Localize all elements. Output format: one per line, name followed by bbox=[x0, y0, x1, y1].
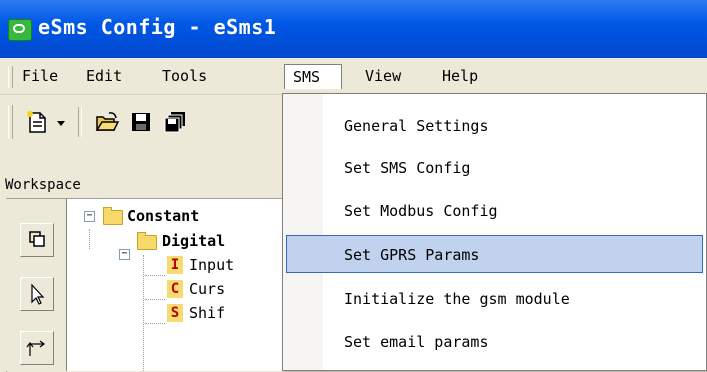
menu-view[interactable]: View bbox=[365, 64, 401, 89]
tree-collapse-icon[interactable]: − bbox=[84, 211, 95, 222]
new-file-icon[interactable] bbox=[24, 109, 50, 135]
menu-bar: File Edit Tools SMS View Help bbox=[0, 58, 707, 95]
sms-dropdown-menu: General Settings Set SMS Config Set Modb… bbox=[282, 93, 707, 371]
open-folder-icon[interactable] bbox=[94, 109, 120, 135]
tree-leaf-curs[interactable]: Curs bbox=[189, 278, 225, 300]
tree-guide bbox=[145, 323, 165, 324]
toolbar-separator bbox=[78, 107, 82, 137]
pointer-arrow-icon[interactable] bbox=[20, 277, 54, 311]
tree-badge-s: S bbox=[167, 304, 183, 322]
workspace-side-strip bbox=[6, 199, 58, 371]
window-title: eSms Config - eSms1 bbox=[38, 15, 277, 39]
menu-item-set-modbus-config[interactable]: Set Modbus Config bbox=[286, 192, 703, 230]
menu-tools[interactable]: Tools bbox=[162, 64, 207, 89]
toolbar-grip[interactable] bbox=[8, 105, 13, 139]
folder-icon bbox=[137, 232, 157, 250]
menu-sms[interactable]: SMS bbox=[284, 64, 342, 89]
menu-file[interactable]: File bbox=[22, 64, 58, 89]
tree-badge-i: I bbox=[167, 256, 183, 274]
workspace-tree: − Constant − Digital I Input C Curs S Sh… bbox=[66, 199, 291, 371]
tree-leaf-input[interactable]: Input bbox=[189, 254, 234, 276]
tree-guide bbox=[143, 255, 144, 371]
tree-guide bbox=[145, 299, 165, 300]
tree-node-constant[interactable]: Constant bbox=[127, 205, 199, 227]
connect-arrow-icon[interactable] bbox=[20, 331, 54, 365]
folder-icon bbox=[103, 207, 123, 225]
tree-node-digital[interactable]: Digital bbox=[162, 230, 225, 252]
menu-help[interactable]: Help bbox=[442, 64, 478, 89]
menu-item-set-sms-config[interactable]: Set SMS Config bbox=[286, 149, 703, 187]
tree-leaf-shif[interactable]: Shif bbox=[189, 302, 225, 324]
app-icon[interactable] bbox=[8, 19, 32, 41]
menu-item-general-settings[interactable]: General Settings bbox=[286, 107, 703, 145]
menu-item-initialize-gsm-module[interactable]: Initialize the gsm module bbox=[286, 280, 703, 318]
tree-guide bbox=[89, 229, 90, 249]
workspace-label: Workspace bbox=[5, 177, 81, 193]
tree-badge-c: C bbox=[167, 280, 183, 298]
tree-collapse-icon[interactable]: − bbox=[119, 249, 130, 260]
menubar-grip[interactable] bbox=[8, 66, 13, 88]
dropdown-arrow-icon[interactable] bbox=[54, 109, 68, 135]
title-bar: eSms Config - eSms1 bbox=[0, 0, 707, 58]
menu-item-set-email-params[interactable]: Set email params bbox=[286, 323, 703, 361]
save-all-icon[interactable] bbox=[162, 109, 188, 135]
toolbar bbox=[0, 95, 290, 151]
tree-guide bbox=[145, 275, 165, 276]
window-icon[interactable] bbox=[20, 223, 54, 257]
save-icon[interactable] bbox=[128, 109, 154, 135]
menu-edit[interactable]: Edit bbox=[86, 64, 122, 89]
menu-item-set-gprs-params[interactable]: Set GPRS Params bbox=[286, 235, 703, 273]
